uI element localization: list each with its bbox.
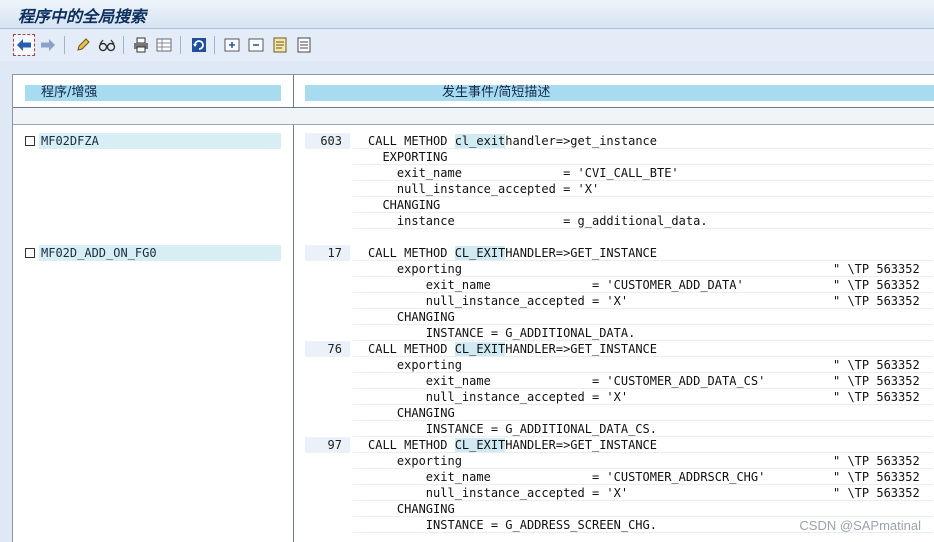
code-text: CALL METHOD xyxy=(368,438,455,452)
code-text: null_instance_accepted = 'X' xyxy=(368,390,629,404)
code-text: null_instance_accepted = 'X' xyxy=(368,486,629,500)
code-text: INSTANCE = G_ADDRESS_SCREEN_CHG. xyxy=(368,518,657,532)
code-text: HANDLER=>GET_INSTANCE xyxy=(505,342,657,356)
toolbar-separator xyxy=(64,36,65,54)
code-text: CHANGING xyxy=(368,198,441,212)
code-text: CALL METHOD xyxy=(368,342,455,356)
code-text: exit_name = 'CUSTOMER_ADD_DATA' xyxy=(368,278,744,292)
code-text: exit_name = 'CUSTOMER_ADD_DATA_CS' xyxy=(368,374,766,388)
search-match-highlight: cl_exit xyxy=(454,134,506,148)
toolbar-separator xyxy=(180,36,181,54)
expand-icon[interactable] xyxy=(221,34,243,56)
code-text: CHANGING xyxy=(368,406,455,420)
back-arrow-icon[interactable] xyxy=(13,34,35,56)
code-line[interactable]: INSTANCE = G_ADDITIONAL_DATA_CS. xyxy=(353,421,933,437)
code-line[interactable]: CHANGING xyxy=(353,197,933,213)
search-match-highlight: CL_EXIT xyxy=(454,342,506,356)
code-text: HANDLER=>GET_INSTANCE xyxy=(505,438,657,452)
code-line[interactable]: CALL METHOD CL_EXITHANDLER=>GET_INSTANCE xyxy=(353,341,933,357)
column-divider xyxy=(293,75,294,542)
code-text: HANDLER=>GET_INSTANCE xyxy=(505,246,657,260)
code-comment: " \TP 563352 xyxy=(833,390,920,404)
document-icon[interactable] xyxy=(269,34,291,56)
code-text: CHANGING xyxy=(368,310,455,324)
glasses-icon[interactable] xyxy=(96,34,118,56)
code-text: CALL METHOD xyxy=(368,246,455,260)
code-text: CALL METHOD xyxy=(368,134,455,148)
code-comment: " \TP 563352 xyxy=(833,278,920,292)
code-text: INSTANCE = G_ADDITIONAL_DATA. xyxy=(368,326,636,340)
watermark: CSDN @SAPmatinal xyxy=(799,518,921,533)
code-line[interactable]: null_instance_accepted = 'X' xyxy=(353,181,933,197)
code-text: exit_name = 'CUSTOMER_ADDRSCR_CHG' xyxy=(368,470,766,484)
code-comment: " \TP 563352 xyxy=(833,374,920,388)
line-number[interactable]: 603 xyxy=(305,133,350,149)
code-line[interactable]: exit_name = 'CVI_CALL_BTE' xyxy=(353,165,933,181)
forward-arrow-icon[interactable] xyxy=(37,34,59,56)
code-line[interactable]: CHANGING xyxy=(353,501,933,517)
code-text: INSTANCE = G_ADDITIONAL_DATA_CS. xyxy=(368,422,657,436)
title-bar: 程序中的全局搜索 xyxy=(0,0,934,29)
line-number[interactable]: 17 xyxy=(305,245,350,261)
code-line[interactable]: EXPORTING xyxy=(353,149,933,165)
code-comment: " \TP 563352 xyxy=(833,454,920,468)
code-comment: " \TP 563352 xyxy=(833,294,920,308)
header-divider xyxy=(13,124,934,125)
pencil-icon[interactable] xyxy=(72,34,94,56)
column-header-program[interactable]: 程序/增强 xyxy=(25,85,281,101)
table-icon[interactable] xyxy=(153,34,175,56)
code-text: null_instance_accepted = 'X' xyxy=(368,182,600,196)
search-match-highlight: CL_EXIT xyxy=(454,246,506,260)
code-text: exit_name = 'CVI_CALL_BTE' xyxy=(368,166,679,180)
code-text: CHANGING xyxy=(368,502,455,516)
line-number[interactable]: 97 xyxy=(305,437,350,453)
select-checkbox[interactable] xyxy=(25,248,35,258)
code-text: handler=>get_instance xyxy=(505,134,657,148)
code-line[interactable]: CALL METHOD cl_exithandler=>get_instance xyxy=(353,133,933,149)
code-text: instance = g_additional_data. xyxy=(368,214,708,228)
code-line[interactable]: CHANGING xyxy=(353,405,933,421)
toolbar-separator xyxy=(123,36,124,54)
code-comment: " \TP 563352 xyxy=(833,262,920,276)
line-number[interactable]: 76 xyxy=(305,341,350,357)
code-text: EXPORTING xyxy=(368,150,448,164)
program-name[interactable]: MF02DFZA xyxy=(39,133,281,149)
code-comment: " \TP 563352 xyxy=(833,486,920,500)
column-header-event[interactable]: 发生事件/简短描述 xyxy=(305,85,934,101)
select-checkbox[interactable] xyxy=(25,136,35,146)
collapse-icon[interactable] xyxy=(245,34,267,56)
code-text: exporting xyxy=(368,262,462,276)
document-lines-icon[interactable] xyxy=(293,34,315,56)
header-spacer xyxy=(13,108,934,124)
toolbar-separator xyxy=(214,36,215,54)
code-line[interactable]: CALL METHOD CL_EXITHANDLER=>GET_INSTANCE xyxy=(353,245,933,261)
code-line[interactable]: INSTANCE = G_ADDITIONAL_DATA. xyxy=(353,325,933,341)
printer-icon[interactable] xyxy=(130,34,152,56)
window-title: 程序中的全局搜索 xyxy=(18,7,147,26)
results-panel[interactable]: 程序/增强 发生事件/简短描述 MF02DFZA 603 CALL METHOD c… xyxy=(12,74,934,542)
code-line[interactable]: CALL METHOD CL_EXITHANDLER=>GET_INSTANCE xyxy=(353,437,933,453)
code-text: null_instance_accepted = 'X' xyxy=(368,294,629,308)
code-comment: " \TP 563352 xyxy=(833,358,920,372)
code-text: exporting xyxy=(368,358,462,372)
search-match-highlight: CL_EXIT xyxy=(454,438,506,452)
refresh-icon[interactable] xyxy=(188,34,210,56)
code-comment: " \TP 563352 xyxy=(833,470,920,484)
code-line[interactable]: CHANGING xyxy=(353,309,933,325)
code-line[interactable]: instance = g_additional_data. xyxy=(353,213,933,229)
code-text: exporting xyxy=(368,454,462,468)
program-name[interactable]: MF02D_ADD_ON_FG0 xyxy=(39,245,281,261)
toolbar xyxy=(0,29,934,61)
